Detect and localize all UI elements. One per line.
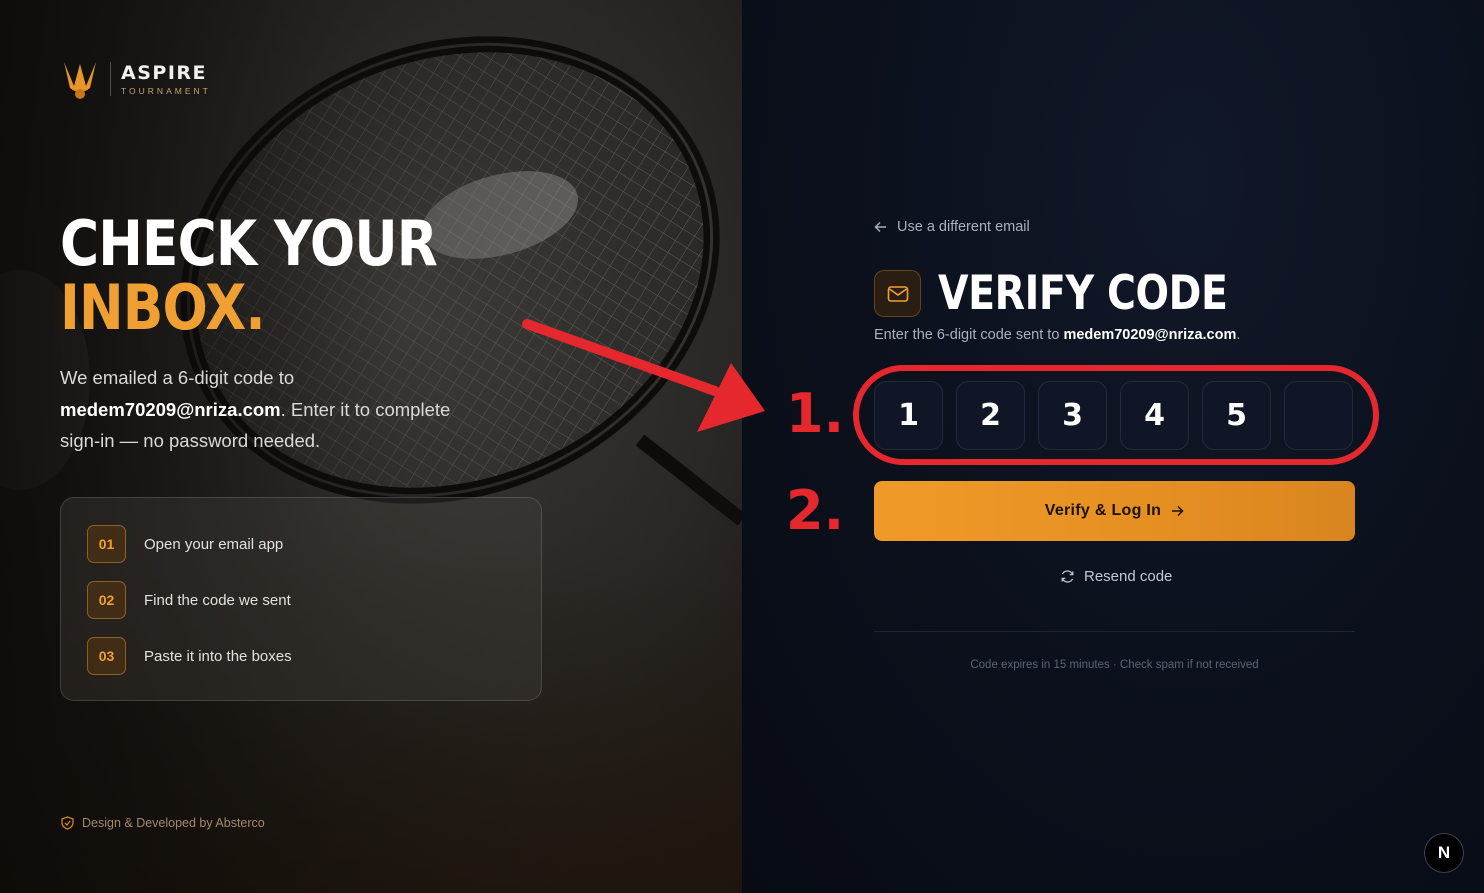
resend-label: Resend code [1084,568,1173,585]
step-text: Paste it into the boxes [144,647,292,665]
step-text: Open your email app [144,535,284,553]
lead-prefix: We emailed a 6-digit code to [60,367,295,388]
sub-email: medem70209@nriza.com [1063,327,1237,343]
mail-icon [887,285,908,302]
brand-name: ASPIRE [121,62,207,84]
divider [874,631,1355,632]
sub-suffix: . [1236,327,1241,343]
hero-lead-text: We emailed a 6-digit code to medem70209@n… [60,362,480,457]
verify-label: Verify & Log In [1044,502,1162,519]
step-text: Find the code we sent [144,591,291,609]
headline-line-2: INBOX. [60,271,266,344]
instruction-text: Enter the 6-digit code sent to medem7020… [874,327,1240,343]
lead-email: medem70209@nriza.com [60,398,281,420]
page-title: VERIFY CODE [938,266,1228,321]
logo-divider [110,62,111,96]
credit-footer: Design & Developed by Absterco [61,816,265,830]
annotation-label-2: 2. [786,479,845,542]
step-item: 02 Find the code we sent [87,581,515,619]
shield-icon [61,816,74,830]
title-row: VERIFY CODE [874,266,1283,321]
step-number: 02 [87,581,126,619]
step-number: 01 [87,525,126,563]
verify-panel: Use a different email VERIFY CODE Enter … [742,0,1484,893]
step-item: 03 Paste it into the boxes [87,637,515,675]
use-different-email-link[interactable]: Use a different email [874,219,1030,235]
brand-tagline: TOURNAMENT [121,86,211,96]
otp-digit-1[interactable]: 1 [874,381,943,450]
refresh-icon [1061,570,1074,583]
dev-tools-badge[interactable]: N [1424,833,1464,873]
mail-icon-badge [874,270,921,317]
otp-digit-2[interactable]: 2 [956,381,1025,450]
otp-digit-3[interactable]: 3 [1038,381,1107,450]
expiry-footnote: Code expires in 15 minutes · Check spam … [970,659,1259,671]
resend-code-button[interactable]: Resend code [1060,568,1172,585]
back-label: Use a different email [897,219,1030,235]
credit-text: Design & Developed by Absterco [82,816,265,830]
otp-input-group: 1 2 3 4 5 [874,381,1353,450]
verify-login-button[interactable]: Verify & Log In [874,481,1355,541]
otp-digit-4[interactable]: 4 [1120,381,1189,450]
otp-digit-5[interactable]: 5 [1202,381,1271,450]
step-number: 03 [87,637,126,675]
steps-card: 01 Open your email app 02 Find the code … [60,497,542,701]
brand-logo[interactable]: ASPIRE TOURNAMENT [60,56,211,102]
annotation-label-1: 1. [786,382,845,445]
step-item: 01 Open your email app [87,525,515,563]
arrow-left-icon [874,222,886,232]
arrow-right-icon [1172,505,1184,517]
headline-line-1: CHECK YOUR [60,207,438,280]
otp-digit-6[interactable] [1284,381,1353,450]
sub-prefix: Enter the 6-digit code sent to [874,327,1060,343]
shuttlecock-logo-icon [64,62,96,99]
hero-panel: ASPIRE TOURNAMENT CHECK YOUR INBOX. We e… [0,0,742,893]
hero-headline: CHECK YOUR INBOX. [60,207,438,344]
